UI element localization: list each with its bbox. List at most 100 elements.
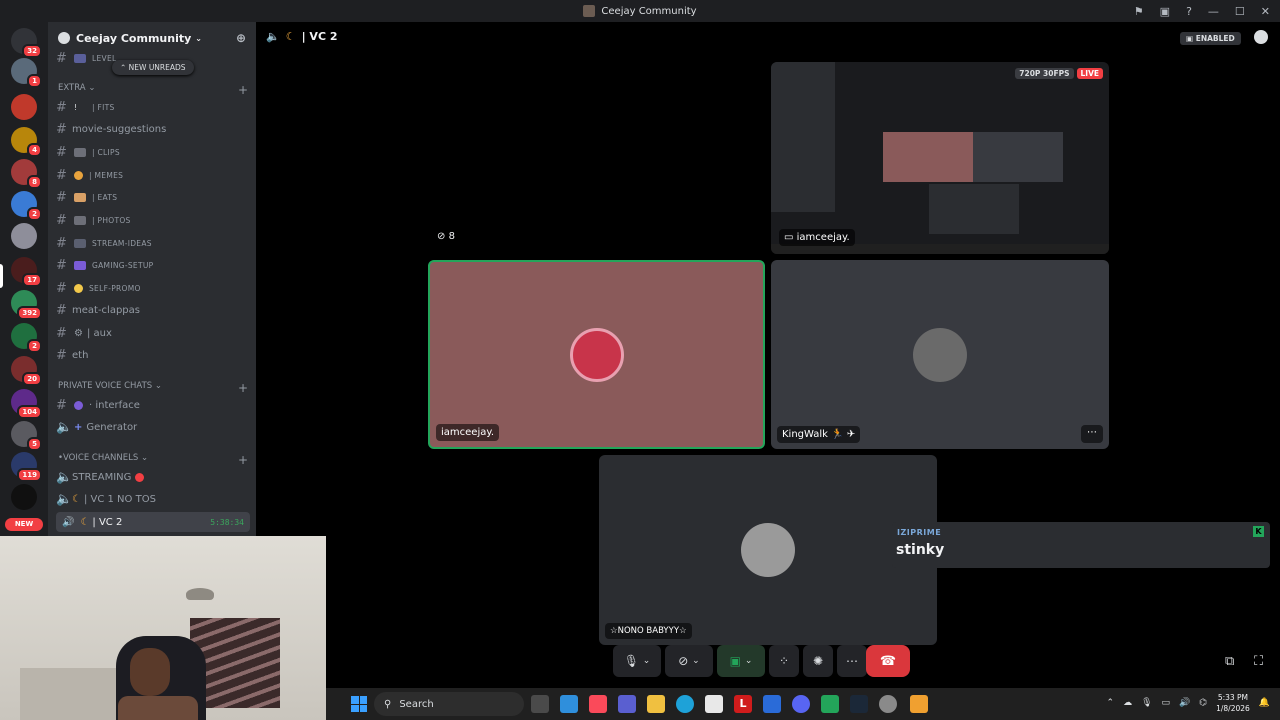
server-icon[interactable] [11,484,37,510]
chevron-up-icon[interactable]: ⌃ [1107,698,1115,708]
channel-meat-clappas[interactable]: # meat-clappas [56,300,250,320]
more-icon: ⋯ [846,654,858,668]
server-icon[interactable] [11,223,37,249]
edge-icon[interactable] [676,695,694,713]
channel-generator[interactable]: 🔈 + Generator [56,417,250,437]
inbox-icon[interactable]: ⚑ [1134,5,1144,18]
channel-movie-suggestions[interactable]: # movie-suggestions [56,119,250,139]
network-icon[interactable]: ⌬ [1199,698,1207,708]
app-icon[interactable] [910,695,928,713]
store-icon[interactable] [705,695,723,713]
soundboard-button[interactable]: ✺ [803,645,833,677]
server-list: 32 1 4 8 2 17 392 2 20 104 5 119 NEW [0,22,48,536]
server-icon[interactable]: 8 [11,159,42,189]
mute-button[interactable]: 🎙 ⌄ [613,645,661,677]
participant-tile[interactable]: ☆NONO BABYYY☆ [599,455,937,645]
server-icon[interactable]: 4 [11,127,42,157]
create-channel-icon[interactable]: + [238,83,248,97]
phone-hangup-icon: ☎ [879,653,897,669]
channel-label: | EATS [92,192,118,202]
fullscreen-icon[interactable]: ⛶ [1254,654,1263,669]
server-icon[interactable]: 20 [11,356,42,386]
enabled-badge[interactable]: ▣ ENABLED [1180,32,1241,45]
current-server-icon[interactable]: 17 [11,257,42,287]
teams-icon[interactable] [618,695,636,713]
task-view-icon[interactable] [531,695,549,713]
create-channel-icon[interactable]: + [238,381,248,395]
create-channel-icon[interactable]: + [238,453,248,467]
popout-icon[interactable]: ⧉ [1225,654,1234,669]
channel-aux[interactable]: # ⚙ | aux [56,323,250,343]
server-icon[interactable]: 2 [11,191,42,221]
channel-photos[interactable]: # | PHOTOS [56,210,250,230]
server-icon[interactable]: 392 [11,290,42,320]
server-icon[interactable]: 104 [11,389,42,419]
add-member-icon[interactable]: ⊕ [236,31,246,45]
music-app-icon[interactable] [589,695,607,713]
channel-gaming-setup[interactable]: # GAMING-SETUP [56,255,250,275]
server-icon[interactable] [11,94,37,120]
participant-name: iamceejay. [441,427,495,438]
voice-channel-streaming[interactable]: 🔈 STREAMING [56,467,250,487]
server-icon[interactable]: 5 [11,421,42,451]
microphone-icon[interactable]: 🎙 [1141,698,1152,708]
channel-eats[interactable]: # | EATS [56,187,250,207]
stream-tile[interactable]: 720P 30FPS LIVE ▭ iamceejay. [771,62,1109,254]
chat-icon[interactable] [1254,30,1268,44]
clock[interactable]: 5:33 PM 1/8/2026 [1216,692,1250,714]
maximize-button[interactable]: ☐ [1235,5,1245,18]
voice-channel-vc2[interactable]: 🔊 ☾ | VC 2 5:38:34 [56,512,250,532]
more-options-button[interactable]: ⋯ [1081,425,1103,443]
category-voice-channels[interactable]: • VOICE CHANNELS ⌄ + [58,453,248,467]
close-button[interactable]: ✕ [1261,5,1270,18]
exclamation-icon: ! [74,102,78,112]
discord-icon[interactable] [792,695,810,713]
onedrive-icon[interactable]: ☁ [1123,698,1132,708]
channel-fits[interactable]: #! | FITS [56,97,250,117]
channel-clips[interactable]: # | CLIPS [56,142,250,162]
minimize-button[interactable]: — [1208,5,1219,18]
notifications-icon[interactable]: 🔔 [1259,698,1270,708]
channel-memes[interactable]: # | MEMES [56,165,250,185]
help-icon[interactable]: ? [1186,5,1192,18]
app-icon[interactable] [763,695,781,713]
channel-self-promo[interactable]: # SELF-PROMO [56,278,250,298]
hash-icon: # [56,121,67,137]
windows-start-icon[interactable] [351,696,367,712]
steam-icon[interactable] [850,695,868,713]
channel-label: SELF-PROMO [89,283,141,293]
category-extra[interactable]: EXTRA ⌄ + [58,83,248,97]
screenshare-button[interactable]: ▣ ⌄ [717,645,765,677]
channel-interface[interactable]: # · interface [56,395,250,415]
activities-button[interactable]: ⁘ [769,645,799,677]
disconnect-button[interactable]: ☎ [866,645,910,677]
participant-tile[interactable]: KingWalk 🏃 ✈ ⋯ [771,260,1109,449]
clock-time: 5:33 PM [1217,693,1249,702]
server-icon[interactable]: 2 [11,323,42,353]
category-private-voice[interactable]: PRIVATE VOICE CHATS ⌄ + [58,381,248,395]
emoji-icon [74,283,83,293]
server-icon[interactable]: 119 [11,452,42,482]
shelf [20,668,120,720]
new-unreads-pill[interactable]: ⌃ NEW UNREADS [112,60,194,75]
copilot-icon[interactable] [560,695,578,713]
channel-label: meat-clappas [72,304,140,316]
participant-tile[interactable]: iamceejay. [428,260,765,449]
screen-icon[interactable]: ▣ [1160,5,1170,18]
server-icon[interactable]: 1 [11,58,42,88]
volume-icon[interactable]: 🔊 [1179,698,1190,708]
settings-icon[interactable] [879,695,897,713]
app-l-icon[interactable]: L [734,695,752,713]
new-badge[interactable]: NEW [5,518,43,531]
taskbar-search[interactable]: ⚲ Search [374,692,524,716]
more-button[interactable]: ⋯ [837,645,867,677]
camera-button[interactable]: ⊘ ⌄ [665,645,713,677]
voice-channel-vc1[interactable]: 🔈 ☾ | VC 1 NO TOS [56,489,250,509]
kick-app-icon[interactable] [821,695,839,713]
home-button[interactable]: 32 [11,28,42,58]
channel-label: eth [72,349,89,361]
channel-eth[interactable]: # eth [56,345,250,365]
file-explorer-icon[interactable] [647,695,665,713]
channel-stream-ideas[interactable]: # STREAM-IDEAS [56,233,250,253]
display-icon[interactable]: ▭ [1162,698,1171,708]
